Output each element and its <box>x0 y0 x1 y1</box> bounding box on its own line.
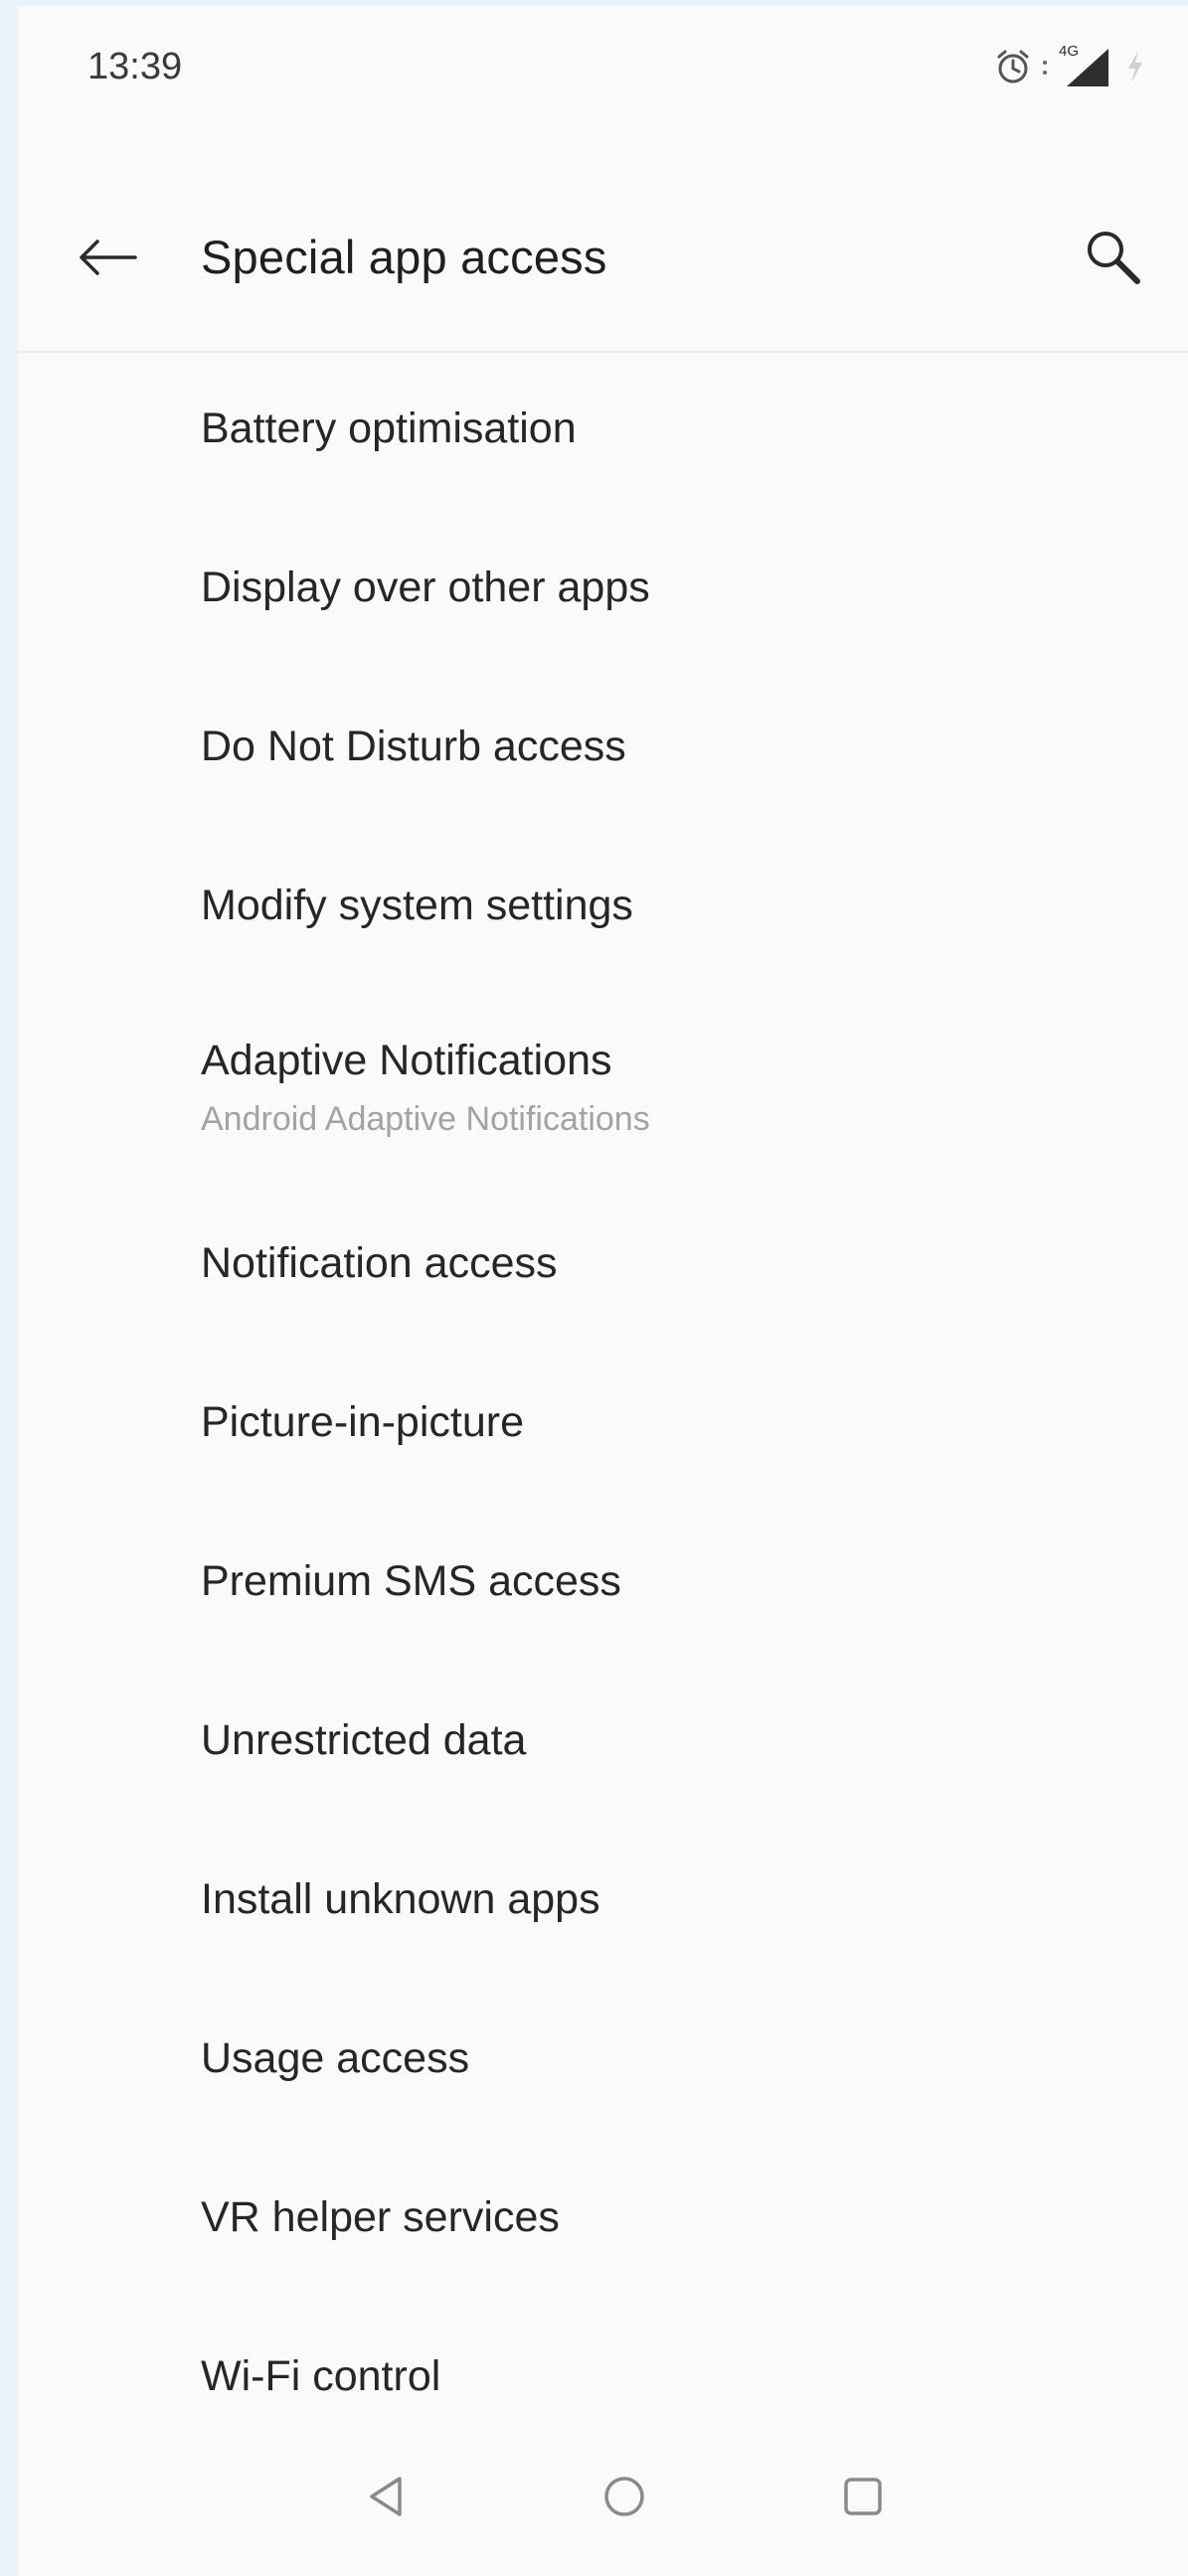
nav-home-button[interactable] <box>585 2459 664 2538</box>
screen: 13:39 4G Special app access Battery opti… <box>18 6 1188 2576</box>
network-type-label: 4G <box>1059 43 1080 60</box>
status-bar: 13:39 4G <box>18 6 1188 125</box>
list-item-adaptive-notifications[interactable]: Adaptive Notifications Android Adaptive … <box>18 989 1188 1188</box>
list-item-title: Display over other apps <box>201 564 650 611</box>
navigation-bar <box>18 2419 1188 2576</box>
list-item-title: Adaptive Notifications <box>201 1037 612 1084</box>
toolbar: Special app access <box>18 175 1188 344</box>
arrow-left-icon <box>76 238 139 282</box>
status-icons: 4G <box>993 42 1150 91</box>
list-item-title: Notification access <box>201 1239 558 1287</box>
nav-recents-icon <box>839 2473 887 2525</box>
signal-icon: 4G <box>1057 43 1112 88</box>
list-item-title: Wi-Fi control <box>201 2352 441 2400</box>
list-item-install-unknown-apps[interactable]: Install unknown apps <box>18 1824 1188 1983</box>
list-item-modify-system-settings[interactable]: Modify system settings <box>18 830 1188 989</box>
nav-home-icon <box>600 2473 648 2525</box>
page-title: Special app access <box>201 231 607 283</box>
charging-icon <box>1120 47 1150 86</box>
list-item-display-over-other-apps[interactable]: Display over other apps <box>18 512 1188 671</box>
list-item-title: Install unknown apps <box>201 1875 600 1923</box>
list-item-title: Usage access <box>201 2034 470 2082</box>
list-item-title: Modify system settings <box>201 882 633 929</box>
search-button[interactable] <box>1069 215 1158 304</box>
search-icon <box>1082 226 1145 294</box>
list-item-premium-sms-access[interactable]: Premium SMS access <box>18 1506 1188 1665</box>
status-time: 13:39 <box>87 46 183 87</box>
list-item-title: Premium SMS access <box>201 1557 621 1605</box>
list-item-vr-helper-services[interactable]: VR helper services <box>18 2142 1188 2301</box>
list-item-title: Picture-in-picture <box>201 1398 524 1446</box>
list-item-subtitle: Android Adaptive Notifications <box>201 1100 650 1138</box>
nav-recents-button[interactable] <box>823 2459 903 2538</box>
nav-back-icon <box>362 2473 410 2525</box>
list-item-title: Battery optimisation <box>201 404 577 452</box>
list-item-usage-access[interactable]: Usage access <box>18 1983 1188 2142</box>
list-item-picture-in-picture[interactable]: Picture-in-picture <box>18 1347 1188 1506</box>
list-item-do-not-disturb-access[interactable]: Do Not Disturb access <box>18 671 1188 830</box>
alarm-icon <box>993 47 1033 86</box>
settings-list: Battery optimisation Display over other … <box>18 353 1188 2460</box>
list-item-title: VR helper services <box>201 2193 560 2241</box>
list-item-title: Unrestricted data <box>201 1716 527 1764</box>
list-item-notification-access[interactable]: Notification access <box>18 1188 1188 1347</box>
dot-separator-icon <box>1041 47 1049 86</box>
list-item-battery-optimisation[interactable]: Battery optimisation <box>18 353 1188 512</box>
list-item-unrestricted-data[interactable]: Unrestricted data <box>18 1665 1188 1824</box>
list-item-title: Do Not Disturb access <box>201 723 626 770</box>
back-button[interactable] <box>68 220 147 299</box>
nav-back-button[interactable] <box>346 2459 425 2538</box>
